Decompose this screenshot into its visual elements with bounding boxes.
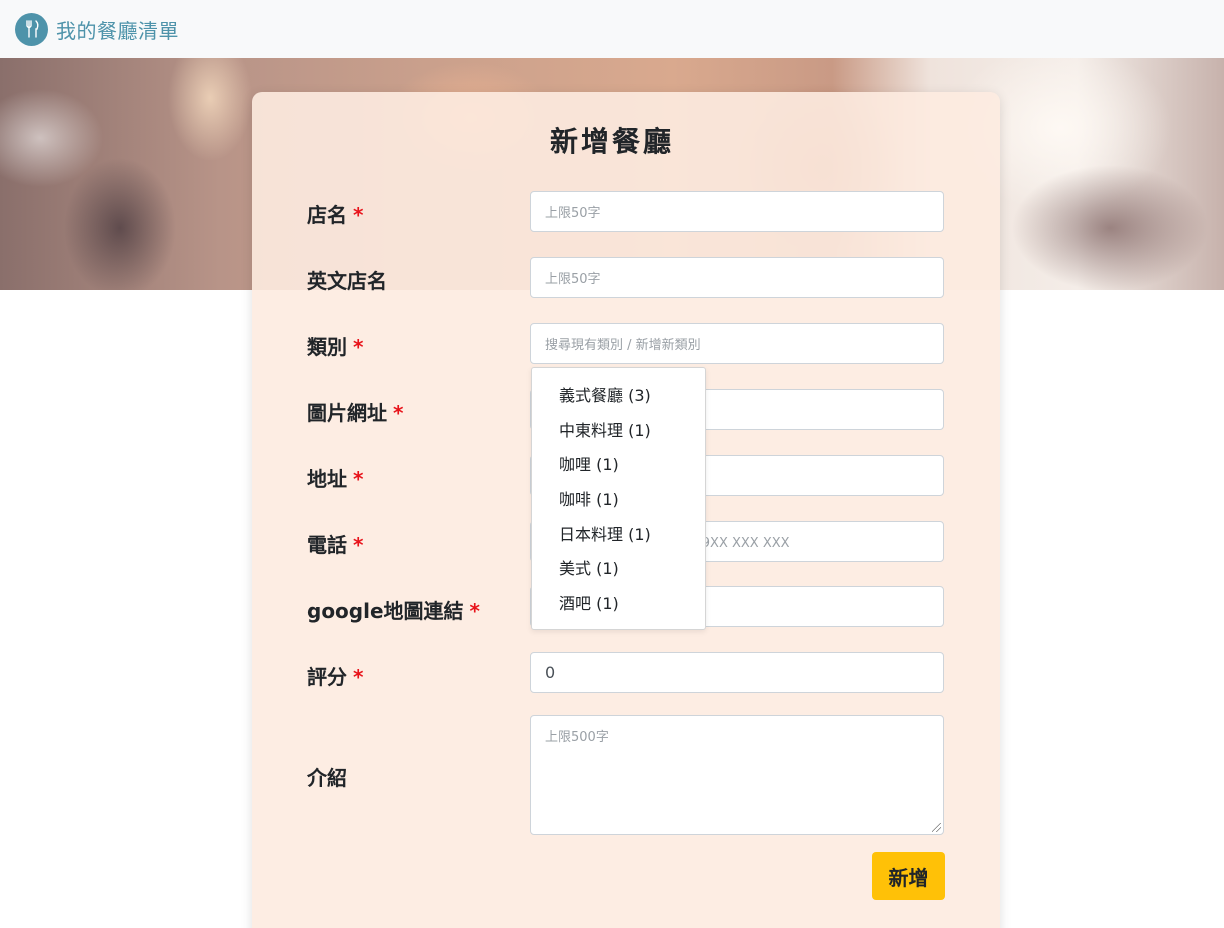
label-description: 介紹 (307, 766, 347, 790)
label-name: 店名 * (307, 203, 364, 227)
utensils-icon[interactable] (15, 12, 48, 46)
label-name-en: 英文店名 (307, 269, 387, 293)
dropdown-option[interactable]: 酒吧 (1) (532, 585, 705, 620)
dropdown-option[interactable]: 咖哩 (1) (532, 446, 705, 481)
label-image-url: 圖片網址 * (307, 401, 404, 425)
brand-title[interactable]: 我的餐廳清單 (56, 15, 179, 44)
label-address: 地址 * (307, 467, 364, 491)
submit-button[interactable]: 新增 (872, 852, 945, 900)
dropdown-option[interactable]: 咖啡 (1) (532, 481, 705, 516)
navbar: 我的餐廳清單 (0, 0, 1224, 58)
category-search-input[interactable]: 搜尋現有類別 / 新增新類別 (530, 323, 944, 364)
name-en-input[interactable]: 上限50字 (530, 257, 944, 298)
label-category: 類別 * (307, 335, 364, 359)
dropdown-option[interactable]: 美式 (1) (532, 550, 705, 585)
label-rating: 評分 * (307, 665, 364, 689)
name-input[interactable]: 上限50字 (530, 191, 944, 232)
page-title: 新增餐廳 (549, 125, 674, 158)
category-dropdown: 義式餐廳 (3) 中東料理 (1) 咖哩 (1) 咖啡 (1) 日本料理 (1)… (531, 367, 706, 630)
dropdown-option[interactable]: 中東料理 (1) (532, 412, 705, 447)
rating-input[interactable]: 0 (530, 652, 944, 693)
dropdown-option[interactable]: 義式餐廳 (3) (532, 377, 705, 412)
label-phone: 電話 * (307, 533, 364, 557)
resize-handle-icon[interactable] (932, 823, 941, 832)
dropdown-option[interactable]: 日本料理 (1) (532, 515, 705, 550)
description-textarea[interactable]: 上限500字 (530, 715, 944, 835)
label-google-map: google地圖連結 * (307, 599, 481, 623)
